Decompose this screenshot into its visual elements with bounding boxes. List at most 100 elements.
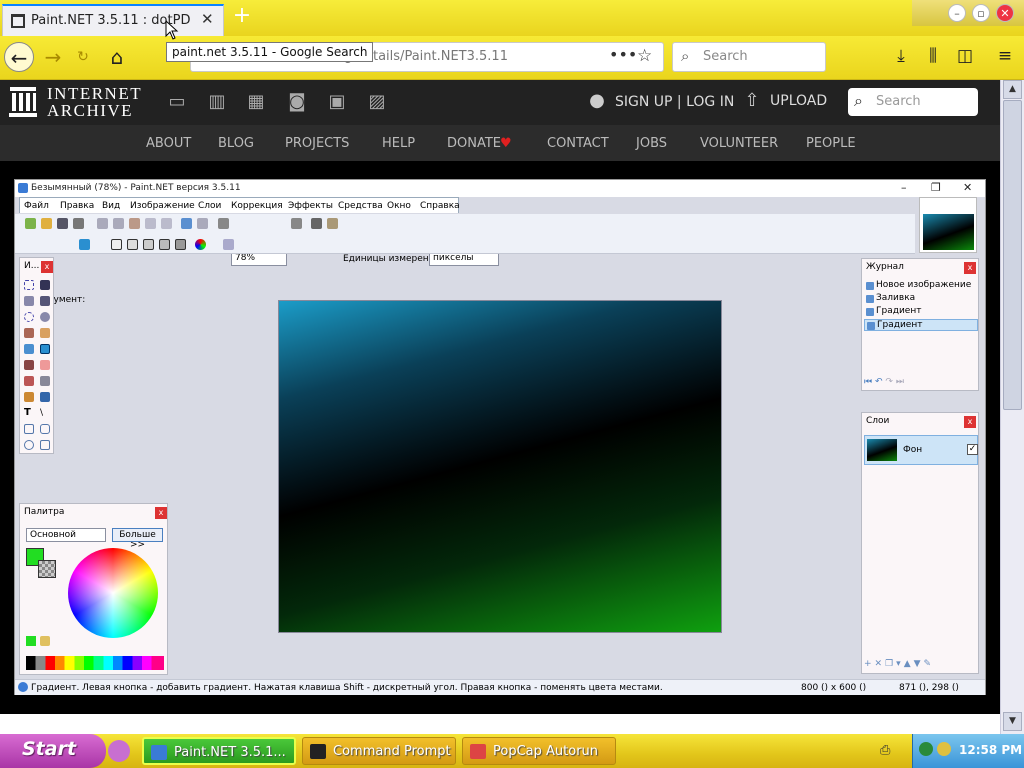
archive-search-input[interactable]: ⌕ Search: [848, 88, 978, 116]
history-first-icon[interactable]: ⏮: [864, 377, 872, 387]
secondary-color-swatch[interactable]: [38, 560, 56, 578]
nav-about[interactable]: ABOUT: [146, 136, 191, 151]
clone-stamp-icon[interactable]: [24, 392, 34, 402]
history-item-fill[interactable]: Заливка: [864, 293, 978, 305]
zoom-tool-icon[interactable]: [40, 312, 50, 322]
lasso-icon[interactable]: [24, 296, 34, 306]
rounded-rect-icon[interactable]: [40, 424, 50, 434]
freeform-shape-icon[interactable]: [40, 440, 50, 450]
image-thumbnail-tab[interactable]: [919, 197, 977, 253]
home-button[interactable]: ⌂: [102, 42, 132, 72]
gradient-tool-icon[interactable]: [40, 344, 50, 354]
history-close-icon[interactable]: x: [964, 262, 976, 274]
pencil-icon[interactable]: [24, 376, 34, 386]
archive-logo-text[interactable]: INTERNET ARCHIVE: [47, 85, 142, 119]
layer-properties-icon[interactable]: ✎: [924, 659, 935, 669]
magic-wand-icon[interactable]: [24, 328, 34, 338]
nav-volunteer[interactable]: VOLUNTEER: [700, 136, 778, 151]
diamond-gradient-icon[interactable]: [143, 239, 154, 250]
forward-button[interactable]: →: [38, 42, 68, 72]
print-icon[interactable]: [73, 218, 84, 229]
history-undo-icon[interactable]: ↶: [875, 377, 883, 387]
pan-icon[interactable]: [40, 328, 50, 338]
video-icon[interactable]: ▦: [244, 91, 268, 113]
menu-help[interactable]: Справка: [420, 201, 460, 211]
gradient-tool-select-icon[interactable]: [79, 239, 90, 250]
paint-bucket-icon[interactable]: [24, 344, 34, 354]
library-icon[interactable]: ⫼: [922, 46, 944, 66]
linear-reflected-icon[interactable]: [127, 239, 138, 250]
alpha-mode-icon[interactable]: [223, 239, 234, 250]
ruler-icon[interactable]: [327, 218, 338, 229]
task-paintnet[interactable]: Paint.NET 3.5.1...: [142, 737, 296, 765]
new-icon[interactable]: [25, 218, 36, 229]
merge-layer-icon[interactable]: ▾: [896, 659, 904, 669]
palette-close-icon[interactable]: x: [155, 507, 167, 519]
grid-icon[interactable]: [311, 218, 322, 229]
texts-icon[interactable]: ▥: [205, 91, 229, 113]
line-curve-icon[interactable]: \: [40, 408, 50, 418]
layer-visible-checkbox[interactable]: ✓: [967, 444, 978, 455]
rect-select-icon[interactable]: [24, 280, 34, 290]
tab-paintnet[interactable]: Paint.NET 3.5.11 : dotPDN LL ✕: [2, 4, 224, 36]
pdn-minimize-icon[interactable]: –: [901, 181, 907, 194]
menu-image[interactable]: Изображение: [130, 201, 195, 211]
close-window-icon[interactable]: ✕: [996, 4, 1014, 22]
redo-icon[interactable]: [197, 218, 208, 229]
nav-help[interactable]: HELP: [382, 136, 415, 151]
add-layer-icon[interactable]: +: [864, 659, 875, 669]
nav-people[interactable]: PEOPLE: [806, 136, 856, 151]
palette-more-button[interactable]: Больше >>: [112, 528, 163, 550]
history-redo-icon[interactable]: ↷: [885, 377, 893, 387]
images-icon[interactable]: ▨: [365, 91, 389, 113]
network-tray-icon[interactable]: [919, 742, 933, 756]
download-icon[interactable]: ⤓: [890, 46, 912, 66]
reload-icon[interactable]: ↻: [68, 42, 98, 72]
rectangle-icon[interactable]: [24, 424, 34, 434]
minimize-icon[interactable]: –: [948, 4, 966, 22]
start-button[interactable]: Start: [0, 734, 106, 768]
palette-color-strip[interactable]: [26, 656, 164, 670]
ellipse-select-icon[interactable]: [24, 312, 34, 322]
nav-projects[interactable]: PROJECTS: [285, 136, 349, 151]
cut-icon[interactable]: [97, 218, 108, 229]
nav-donate[interactable]: DONATE: [447, 136, 501, 151]
nav-blog[interactable]: BLOG: [218, 136, 254, 151]
text-tool-icon[interactable]: T: [24, 408, 34, 418]
move-selection-icon[interactable]: [40, 280, 50, 290]
palette-mode-select[interactable]: Основной: [26, 528, 106, 542]
back-button[interactable]: ←: [4, 42, 34, 72]
zoom-icon[interactable]: [218, 218, 229, 229]
menu-effects[interactable]: Эффекты: [288, 201, 333, 211]
color-mode-icon[interactable]: [195, 239, 206, 250]
upload-link[interactable]: UPLOAD: [770, 93, 827, 109]
undo-icon[interactable]: [181, 218, 192, 229]
web-icon[interactable]: ▭: [165, 91, 189, 113]
software-icon[interactable]: ▣: [325, 91, 349, 113]
new-tab-button[interactable]: +: [230, 4, 254, 30]
tab-close-icon[interactable]: ✕: [201, 10, 214, 28]
move-layer-down-icon[interactable]: ▼: [914, 659, 924, 669]
menu-icon[interactable]: ≡: [994, 46, 1016, 66]
delete-layer-icon[interactable]: ✕: [875, 659, 886, 669]
nav-contact[interactable]: CONTACT: [547, 136, 609, 151]
duplicate-layer-icon[interactable]: ❐: [885, 659, 896, 669]
layer-row[interactable]: Фон ✓: [864, 435, 978, 465]
layers-close-icon[interactable]: x: [964, 416, 976, 428]
menu-window[interactable]: Окно: [387, 201, 411, 211]
color-picker-icon[interactable]: [40, 376, 50, 386]
page-scrollbar[interactable]: ▲ ▼: [1000, 80, 1024, 734]
history-last-icon[interactable]: ⏭: [896, 377, 904, 387]
bookmark-star-icon[interactable]: ☆: [637, 46, 652, 66]
pdn-restore-icon[interactable]: ❐: [931, 181, 941, 194]
page-actions-icon[interactable]: •••: [609, 45, 637, 64]
color-wheel[interactable]: [68, 548, 158, 638]
security-tray-icon[interactable]: [937, 742, 951, 756]
menu-adjustments[interactable]: Коррекция: [231, 201, 283, 211]
task-popcap[interactable]: PopCap Autorun: [462, 737, 616, 765]
scroll-thumb[interactable]: [1003, 100, 1022, 410]
palette-menu-icon[interactable]: [40, 636, 50, 646]
recolor-icon[interactable]: [40, 392, 50, 402]
copy-icon[interactable]: [113, 218, 124, 229]
task-command-prompt[interactable]: Command Prompt: [302, 737, 456, 765]
